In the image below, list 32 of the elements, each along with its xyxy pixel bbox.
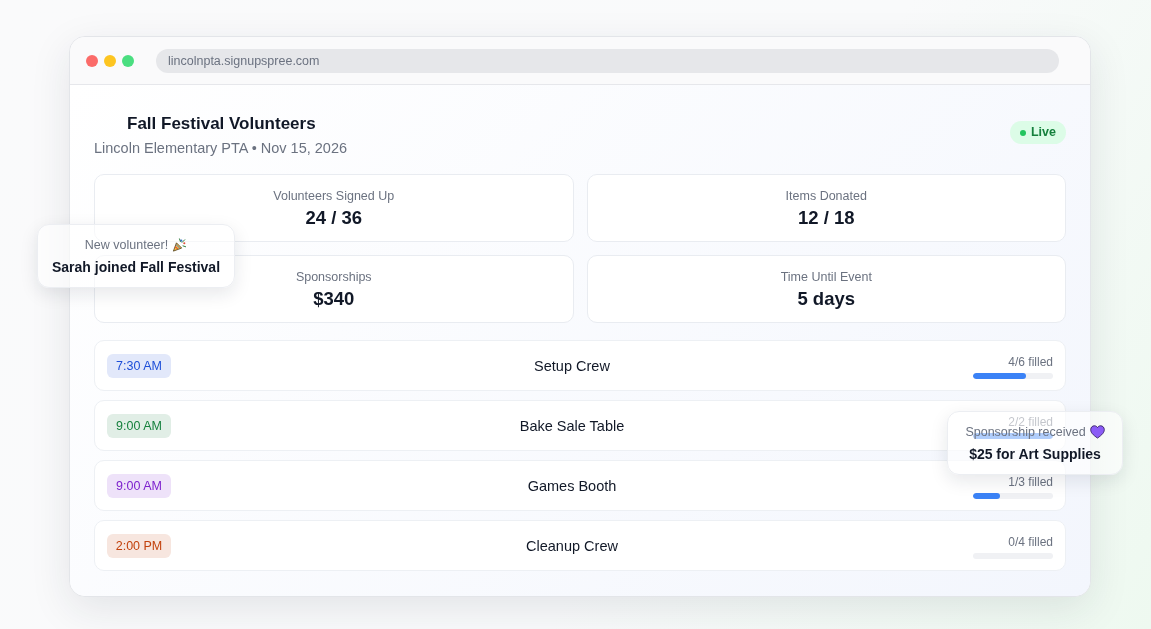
- notification-title: Sponsorship received: [965, 424, 1086, 440]
- stat-label: Time Until Event: [780, 268, 872, 285]
- notification-title: New volunteer!: [84, 236, 169, 253]
- filled-count: 4/6 filled: [1008, 354, 1053, 369]
- stat-label: Sponsorships: [295, 268, 372, 285]
- minimize-window-icon[interactable]: [104, 54, 116, 67]
- status-label: Live: [1031, 125, 1056, 140]
- time-badge: 7:30 AM: [107, 353, 171, 378]
- maximize-window-icon[interactable]: [122, 54, 134, 67]
- status-dot-icon: [1020, 129, 1026, 136]
- stat-value: 24 / 36: [305, 206, 363, 229]
- stat-label: Volunteers Signed Up: [273, 187, 395, 204]
- shift-name: Games Booth: [526, 477, 618, 494]
- party-popper-icon: [172, 237, 188, 252]
- notification-message: $25 for Art Supplies: [969, 444, 1101, 463]
- stat-value: 12 / 18: [797, 206, 855, 229]
- stat-value: $340: [313, 287, 355, 310]
- close-window-icon[interactable]: [86, 54, 98, 67]
- event-title: Fall Festival Volunteers: [127, 113, 317, 135]
- shift-name: Setup Crew: [533, 357, 611, 374]
- filled-count: 1/3 filled: [1008, 474, 1053, 489]
- time-badge: 9:00 AM: [107, 473, 171, 498]
- filled-count: 0/4 filled: [1008, 534, 1053, 549]
- stat-value: 5 days: [797, 287, 856, 310]
- shift-name: Cleanup Crew: [525, 537, 619, 554]
- time-badge: 2:00 PM: [107, 533, 171, 558]
- address-bar[interactable]: lincolnpta.signupspree.com: [156, 48, 1059, 73]
- time-badge: 9:00 AM: [107, 413, 171, 438]
- heart-icon: [1089, 424, 1105, 439]
- stat-label: Items Donated: [785, 187, 867, 204]
- notification-message: Sarah joined Fall Festival: [51, 257, 221, 276]
- event-subtitle: Lincoln Elementary PTA • Nov 15, 2026: [94, 139, 348, 158]
